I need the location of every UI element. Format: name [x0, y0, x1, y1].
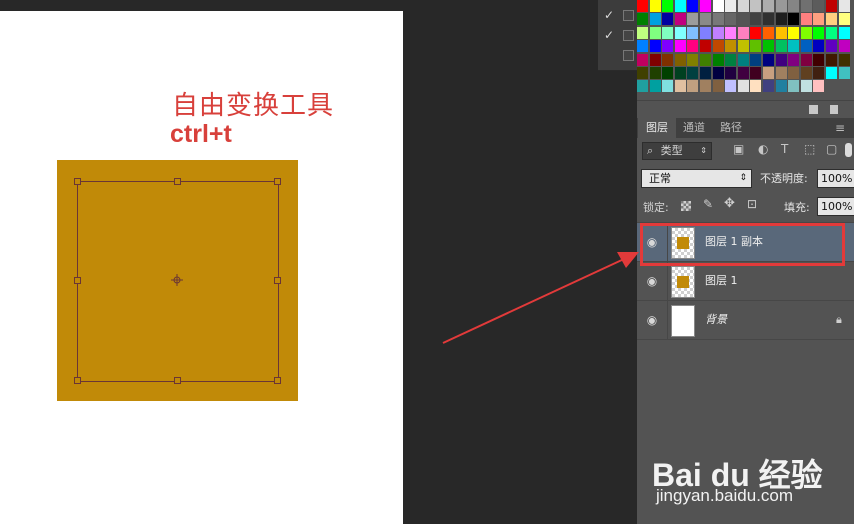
arrow-icon — [442, 252, 639, 344]
watermark-url: jingyan.baidu.com — [656, 486, 794, 505]
